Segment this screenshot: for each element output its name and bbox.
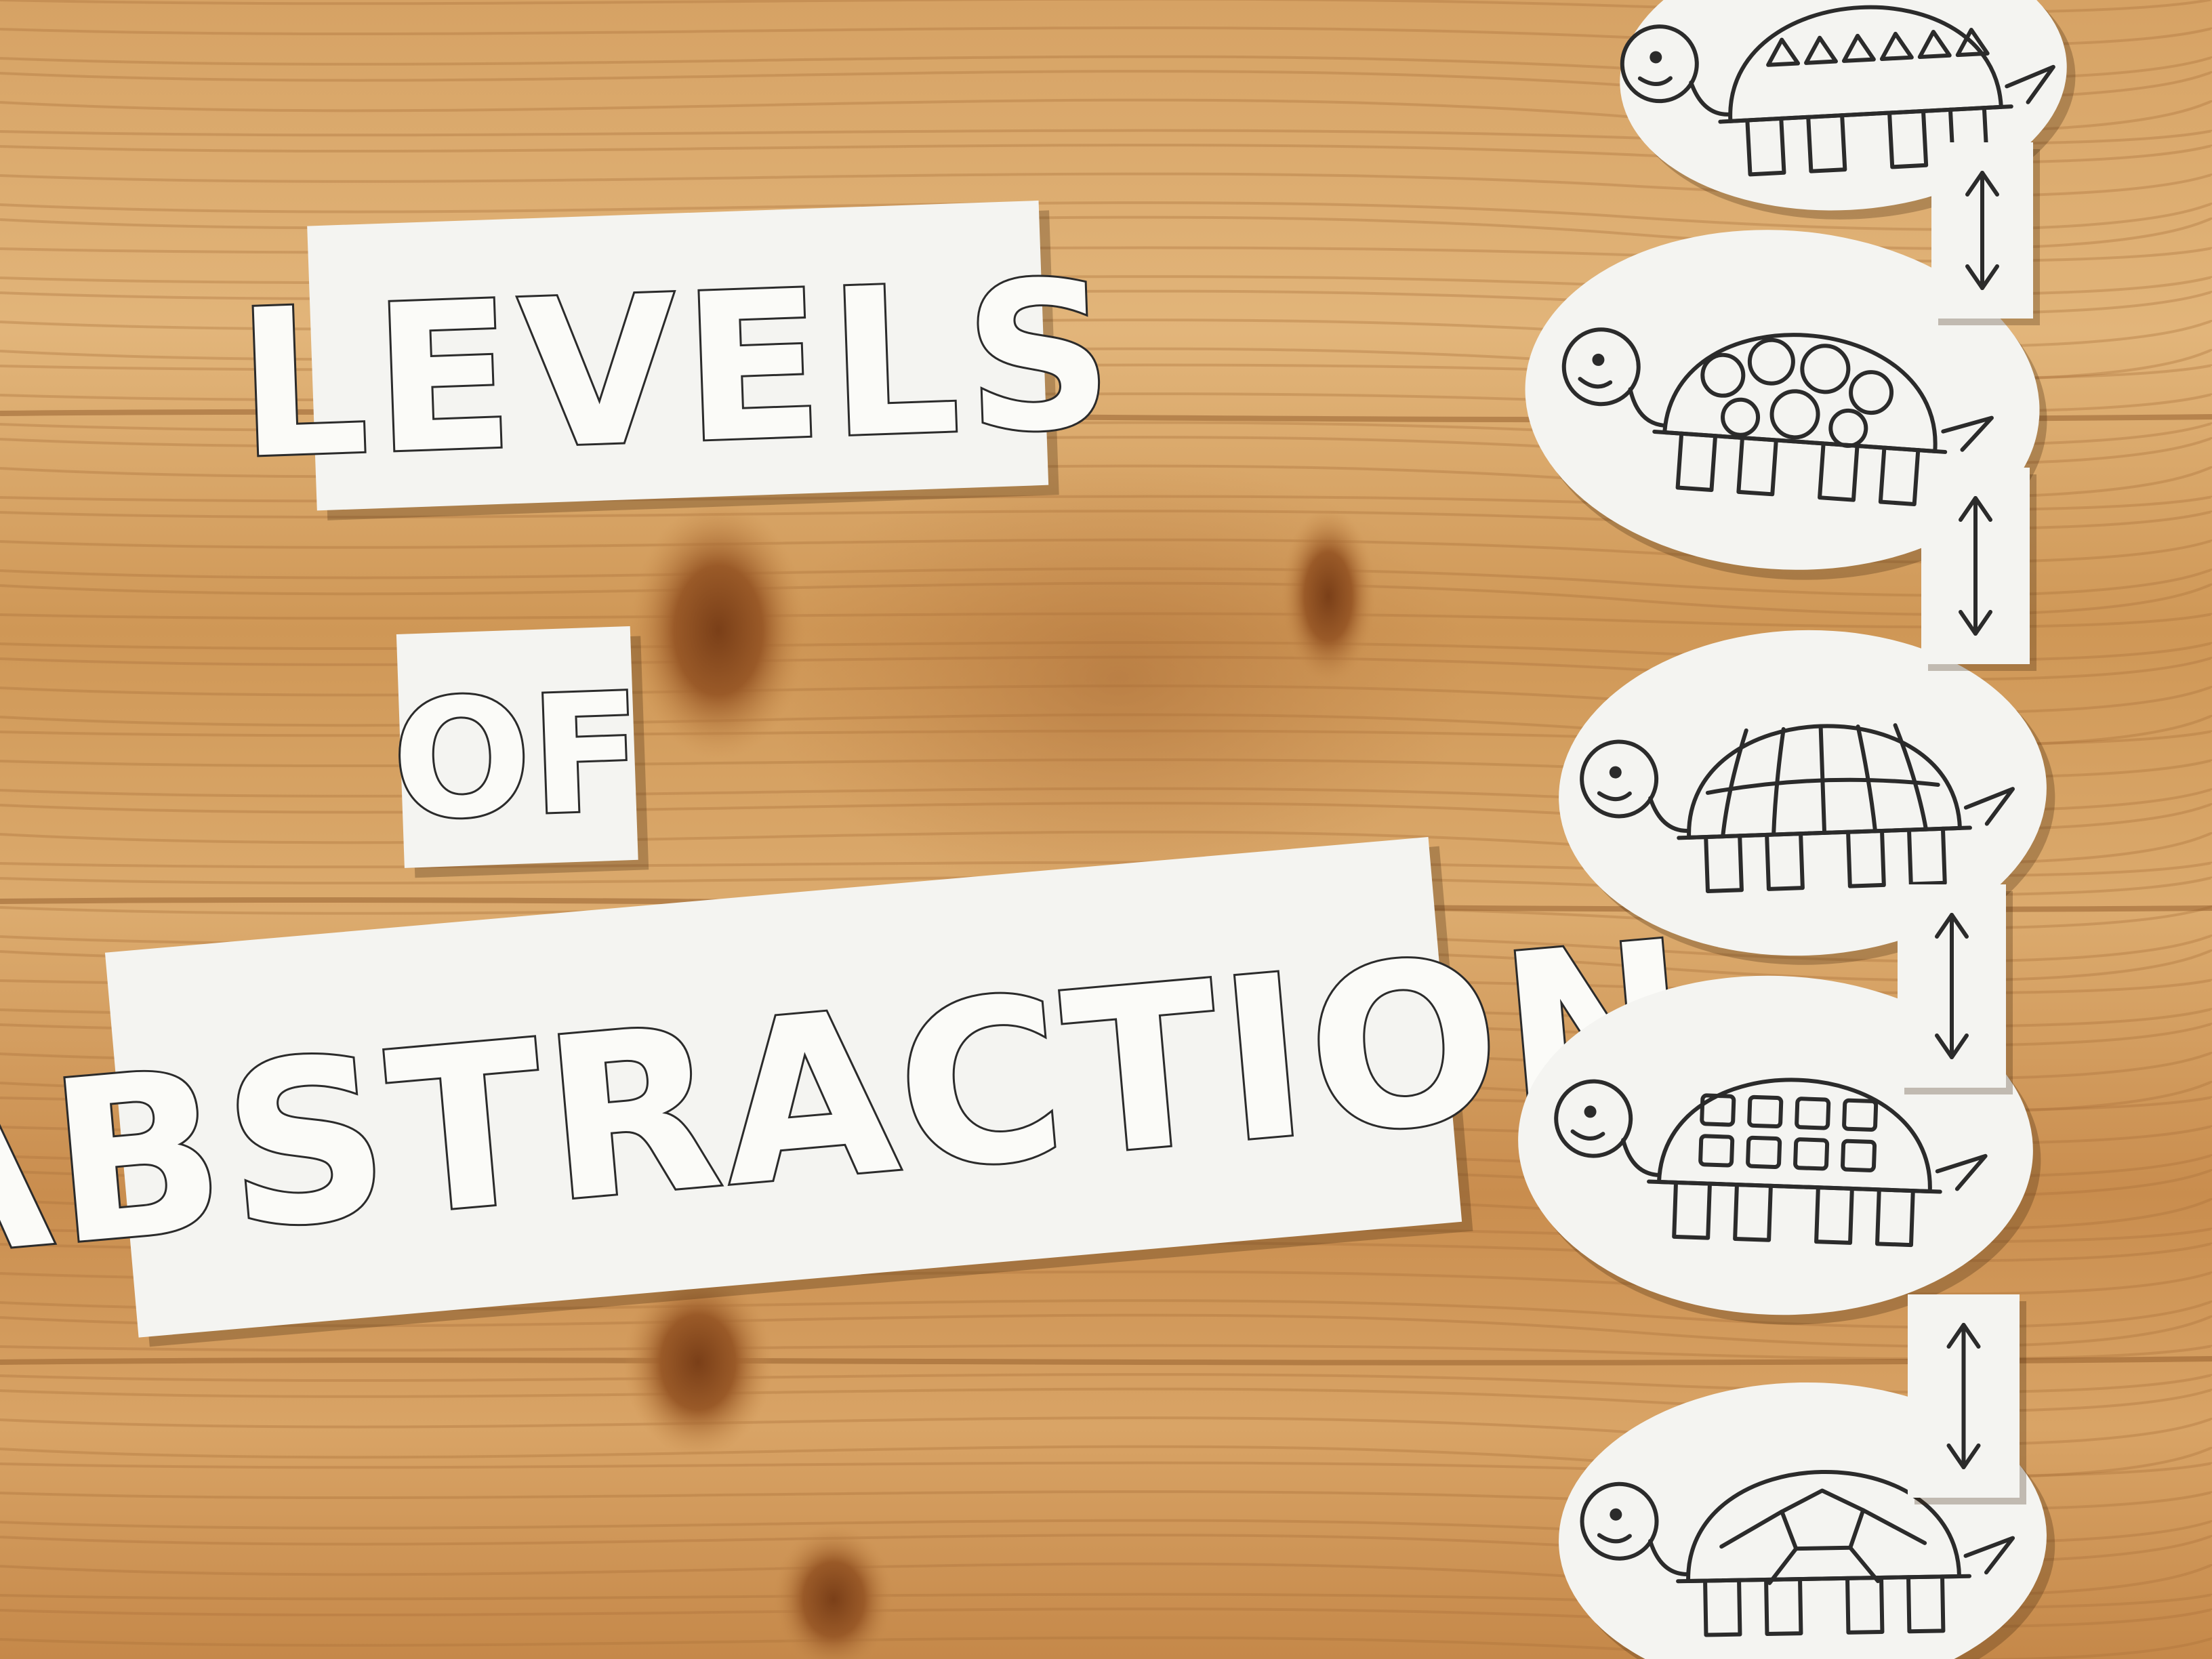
wood-knot	[1281, 508, 1376, 684]
connector-strip	[1898, 884, 2013, 1094]
title-card-levels: LEVELS	[232, 200, 1125, 520]
connector-strip	[1908, 1294, 2026, 1504]
title-card-of: OF	[388, 626, 649, 878]
title-levels: LEVELS	[234, 237, 1123, 504]
photo-scene: LEVELS OF ABSTRACTION	[0, 0, 2212, 1659]
connector-strip	[1921, 468, 2036, 671]
connector-strip	[1931, 142, 2040, 325]
title-of: OF	[390, 658, 646, 857]
water-stain	[766, 454, 1471, 901]
